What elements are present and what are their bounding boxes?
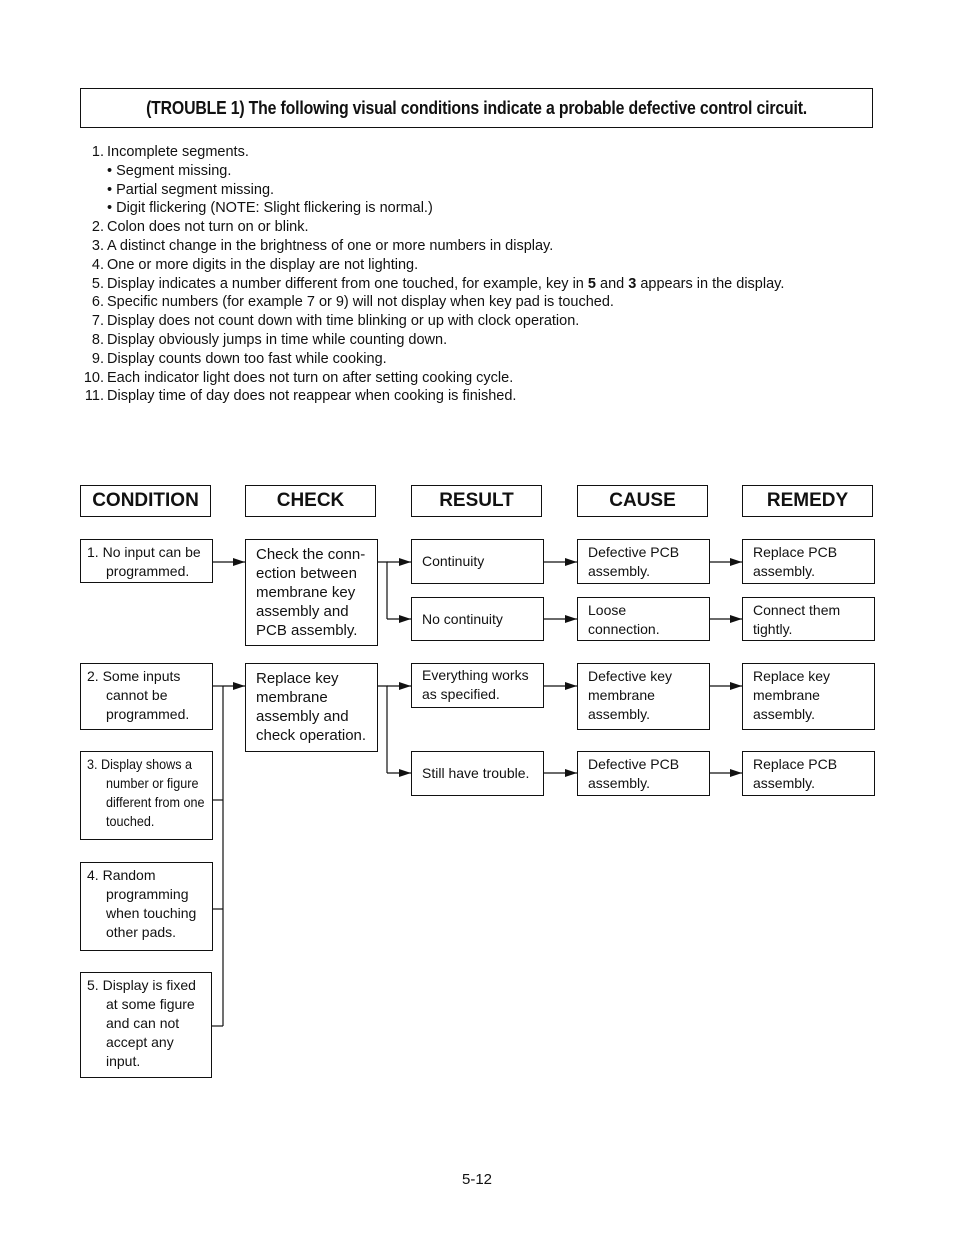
remedy-line: membrane [753, 687, 820, 703]
check-box-1: Check the conn- ection between membrane … [245, 539, 378, 646]
cause-box-1: Defective PCB assembly. [577, 539, 710, 584]
result-line: Everything works [422, 667, 529, 683]
result-line: Still have trouble. [422, 765, 530, 781]
cause-line: Loose [588, 602, 627, 618]
condition-line: when touching [106, 905, 197, 921]
cause-line: assembly. [588, 775, 650, 791]
cause-line: assembly. [588, 706, 650, 722]
check-line: membrane [256, 689, 328, 706]
check-box-2: Replace key membrane assembly and check … [245, 663, 378, 752]
condition-line: Display shows a [101, 756, 193, 772]
condition-line: number or figure [106, 775, 199, 791]
check-line: Check the conn- [256, 546, 366, 563]
remedy-box-3: Replace key membrane assembly. [742, 663, 875, 730]
cause-line: membrane [588, 687, 655, 703]
check-line: Replace key [256, 670, 339, 687]
remedy-line: Replace PCB [753, 544, 838, 560]
condition-line: input. [106, 1053, 141, 1069]
result-box-no-continuity: No continuity [411, 597, 544, 641]
condition-number: 2. [87, 668, 99, 684]
cause-box-3: Defective key membrane assembly. [577, 663, 710, 730]
remedy-box-4: Replace PCB assembly. [742, 751, 875, 796]
condition-line: Some inputs [102, 668, 181, 684]
condition-box-3: 3. Display shows a number or figure diff… [80, 751, 213, 840]
condition-box-5: 5. Display is fixed at some figure and c… [80, 972, 212, 1078]
result-line: Continuity [422, 553, 485, 569]
condition-number: 4. [87, 867, 99, 883]
cause-line: Defective key [588, 668, 673, 684]
condition-line: touched. [106, 813, 155, 829]
condition-line: programmed. [106, 706, 190, 722]
condition-line: at some figure [106, 996, 195, 1012]
cause-line: assembly. [588, 563, 650, 579]
remedy-line: tightly. [753, 621, 793, 637]
result-line: No continuity [422, 611, 503, 627]
connector-check1-branch [377, 561, 388, 619]
remedy-line: assembly. [753, 706, 815, 722]
page-number: 5-12 [461, 1171, 493, 1188]
remedy-box-2: Connect them tightly. [742, 597, 875, 641]
condition-box-4: 4. Random programming when touching othe… [80, 862, 213, 951]
remedy-line: assembly. [753, 563, 815, 579]
remedy-line: Replace key [753, 668, 831, 684]
connector-check2-branch [377, 685, 388, 773]
condition-line: other pads. [106, 924, 177, 940]
check-line: check operation. [256, 727, 367, 744]
cause-box-4: Defective PCB assembly. [577, 751, 710, 796]
remedy-box-1: Replace PCB assembly. [742, 539, 875, 584]
result-box-continuity: Continuity [411, 539, 544, 584]
condition-line: cannot be [106, 687, 168, 703]
check-line: ection between [256, 565, 357, 582]
condition-line: Random [102, 867, 156, 883]
condition-line: programmed. [106, 563, 190, 579]
result-box-still-trouble: Still have trouble. [411, 751, 544, 796]
check-line: PCB assembly. [256, 622, 358, 639]
result-line: as specified. [422, 686, 500, 702]
cause-box-2: Loose connection. [577, 597, 710, 641]
condition-box-1: 1. No input can be programmed. [80, 539, 213, 583]
remedy-line: Replace PCB [753, 756, 838, 772]
check-line: membrane key [256, 584, 356, 601]
condition-line: different from one [106, 794, 205, 810]
condition-number: 5. [87, 977, 99, 993]
result-box-everything-works: Everything works as specified. [411, 663, 544, 708]
remedy-line: assembly. [753, 775, 815, 791]
condition-box-2: 2. Some inputs cannot be programmed. [80, 663, 213, 730]
condition-line: Display is fixed [102, 977, 196, 993]
condition-line: accept any [106, 1034, 174, 1050]
condition-line: and can not [106, 1015, 180, 1031]
cause-line: connection. [588, 621, 660, 637]
cause-line: Defective PCB [588, 544, 680, 560]
condition-line: programming [106, 886, 189, 902]
condition-number: 1. [87, 544, 99, 560]
cause-line: Defective PCB [588, 756, 680, 772]
condition-line: No input can be [102, 544, 201, 560]
check-line: assembly and [256, 708, 349, 725]
remedy-line: Connect them [753, 602, 841, 618]
check-line: assembly and [256, 603, 349, 620]
condition-number: 3. [87, 756, 98, 772]
